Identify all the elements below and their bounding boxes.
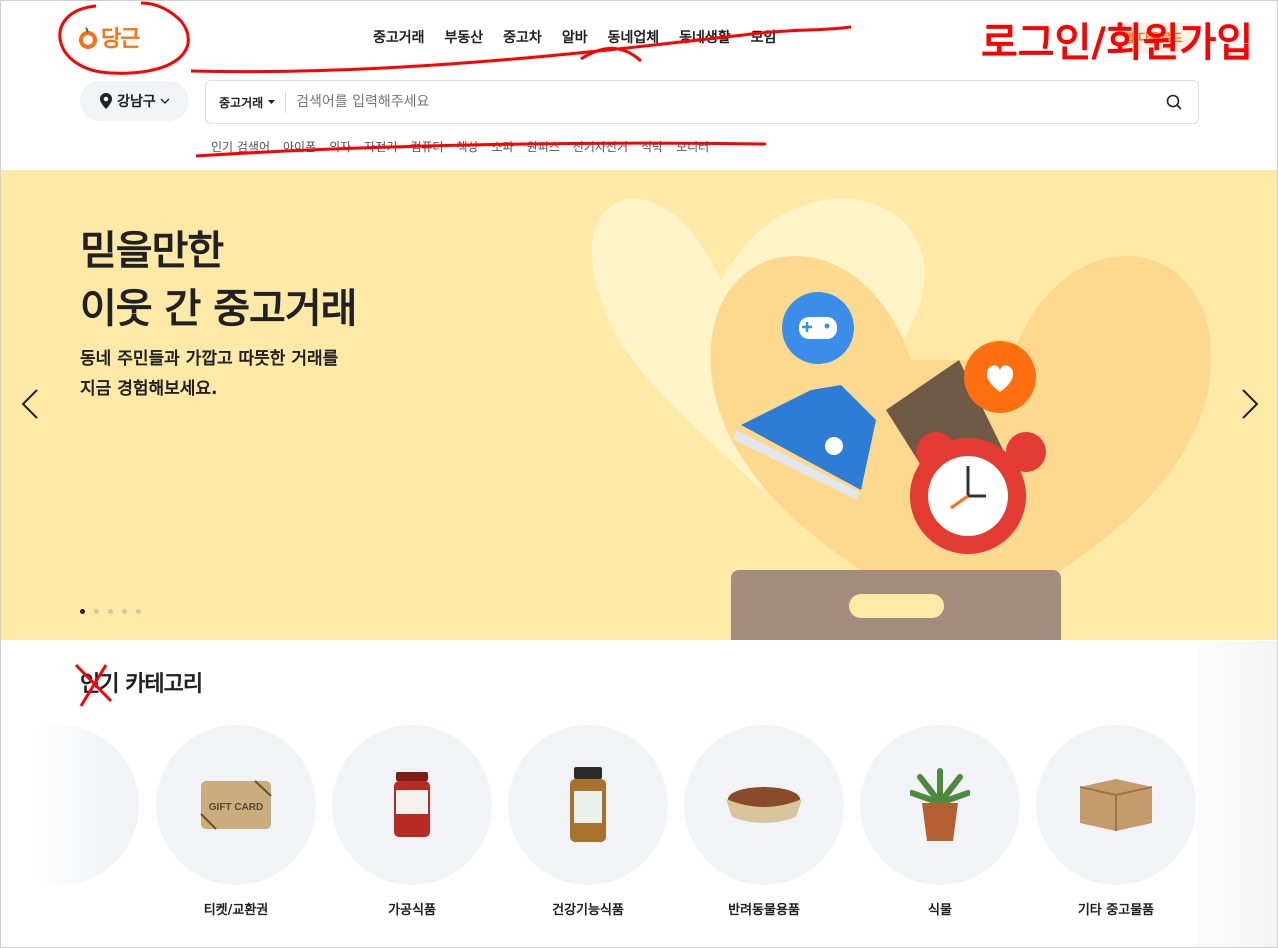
category-label: 가공식품 bbox=[388, 903, 436, 918]
category-label: 건강기능식품 bbox=[552, 903, 624, 918]
slide-dot[interactable] bbox=[94, 609, 99, 614]
logo[interactable]: 당근 bbox=[79, 21, 140, 53]
carrot-logo-icon bbox=[79, 27, 97, 49]
nav-jobs[interactable]: 알바 bbox=[562, 27, 588, 47]
hero-subtitle-line2: 지금 경험해보세요. bbox=[80, 379, 218, 399]
category-circle bbox=[1036, 725, 1196, 885]
category-item[interactable]: 건강기능식품 bbox=[508, 725, 668, 918]
keyword-item[interactable]: 식탁 bbox=[641, 138, 663, 155]
search-category-label: 중고거래 bbox=[219, 95, 264, 110]
annotation-arrow-nav bbox=[580, 46, 643, 63]
keywords-heading: 인기 검색어 bbox=[211, 140, 271, 154]
keyword-item[interactable]: 컴퓨터 bbox=[410, 138, 443, 155]
search-icon[interactable] bbox=[1166, 94, 1182, 110]
slide-dot[interactable] bbox=[108, 609, 113, 614]
browser-page: 당근 중고거래 부동산 중고차 알바 동네업체 동네생활 모임 앱 다운로드 강… bbox=[0, 0, 1278, 948]
category-label: 식물 bbox=[928, 903, 952, 918]
caret-down-icon bbox=[268, 100, 276, 104]
keyword-item[interactable]: 의자 bbox=[329, 138, 351, 155]
hero-title-line2: 이웃 간 중고거래 bbox=[80, 286, 357, 332]
nav-used-car[interactable]: 중고차 bbox=[503, 27, 542, 47]
nav-community[interactable]: 동네생활 bbox=[679, 27, 731, 47]
category-circle bbox=[332, 725, 492, 885]
logo-text: 당근 bbox=[101, 27, 140, 52]
pet-bowl-image bbox=[726, 787, 802, 823]
svg-text:GIFT CARD: GIFT CARD bbox=[209, 802, 263, 813]
keyword-item[interactable]: 책상 bbox=[456, 138, 478, 155]
gift-card-image: GIFT CARD bbox=[200, 780, 272, 830]
nav-real-estate[interactable]: 부동산 bbox=[445, 27, 484, 47]
category-label: 티켓/교환권 bbox=[203, 903, 269, 918]
category-circle: GIFT CARD bbox=[156, 725, 316, 885]
cardboard-box-image bbox=[1079, 779, 1153, 831]
slide-indicator bbox=[80, 609, 141, 614]
slide-dot[interactable] bbox=[122, 609, 127, 614]
donation-box-illustration bbox=[731, 570, 1061, 640]
search-category-select[interactable]: 중고거래 bbox=[206, 91, 287, 113]
hero-subtitle-line1: 동네 주민들과 가깝고 따뜻한 거래를 bbox=[80, 349, 339, 369]
app-download-button[interactable]: 앱 다운로드 bbox=[1111, 23, 1195, 53]
supplement-bottle-image bbox=[570, 767, 606, 842]
location-label: 강남구 bbox=[117, 94, 156, 110]
category-circle bbox=[684, 725, 844, 885]
category-section-title: 인기 카테고리 bbox=[80, 672, 203, 697]
keyword-item[interactable]: 자전거 bbox=[364, 138, 397, 155]
chevron-down-icon bbox=[160, 98, 170, 104]
carousel-fade-left bbox=[1, 701, 111, 931]
slide-dot[interactable] bbox=[136, 609, 141, 614]
category-item[interactable]: 기타 중고물품 bbox=[1036, 725, 1196, 918]
nav-used-trade[interactable]: 중고거래 bbox=[373, 27, 425, 47]
search-input[interactable] bbox=[286, 94, 1166, 110]
category-item[interactable]: 반려동물용품 bbox=[684, 725, 844, 918]
jar-image bbox=[394, 772, 430, 837]
category-label: 반려동물용품 bbox=[728, 903, 800, 918]
search-bar: 중고거래 bbox=[205, 80, 1199, 124]
keyword-item[interactable]: 아이폰 bbox=[283, 138, 316, 155]
slide-dot[interactable] bbox=[80, 609, 85, 614]
category-label: 기타 중고물품 bbox=[1077, 903, 1155, 918]
map-pin-icon bbox=[100, 93, 113, 109]
category-circle bbox=[508, 725, 668, 885]
keyword-item[interactable]: 원피스 bbox=[527, 138, 560, 155]
keyword-item[interactable]: 전기자전거 bbox=[573, 138, 628, 155]
page-fade-right bbox=[1197, 641, 1277, 947]
plant-pot-image bbox=[910, 768, 970, 841]
location-button[interactable]: 강남구 bbox=[80, 81, 189, 121]
category-item[interactable]: GIFT CARD 티켓/교환권 bbox=[156, 725, 316, 918]
hero-title: 믿을만한 이웃 간 중고거래 bbox=[80, 222, 357, 338]
main-nav: 중고거래 부동산 중고차 알바 동네업체 동네생활 모임 bbox=[373, 27, 776, 47]
category-item[interactable]: 가공식품 bbox=[332, 725, 492, 918]
nav-local-business[interactable]: 동네업체 bbox=[608, 27, 660, 47]
heart-badge-illustration bbox=[964, 341, 1036, 413]
nav-groups[interactable]: 모임 bbox=[751, 27, 777, 47]
gamepad-illustration bbox=[782, 292, 854, 364]
keyword-item[interactable]: 모니터 bbox=[676, 138, 709, 155]
keyword-item[interactable]: 소파 bbox=[492, 138, 514, 155]
prev-slide-arrow-icon[interactable] bbox=[21, 388, 39, 420]
next-slide-arrow-icon[interactable] bbox=[1241, 388, 1259, 420]
hero-title-line1: 믿을만한 bbox=[80, 228, 224, 274]
category-circle bbox=[860, 725, 1020, 885]
category-item[interactable]: 식물 bbox=[860, 725, 1020, 918]
hero-banner: 믿을만한 이웃 간 중고거래 동네 주민들과 가깝고 따뜻한 거래를 지금 경험… bbox=[1, 170, 1277, 640]
hero-subtitle: 동네 주민들과 가깝고 따뜻한 거래를 지금 경험해보세요. bbox=[80, 344, 338, 404]
popular-keywords: 인기 검색어 아이폰 의자 자전거 컴퓨터 책상 소파 원피스 전기자전거 식탁… bbox=[211, 138, 709, 155]
